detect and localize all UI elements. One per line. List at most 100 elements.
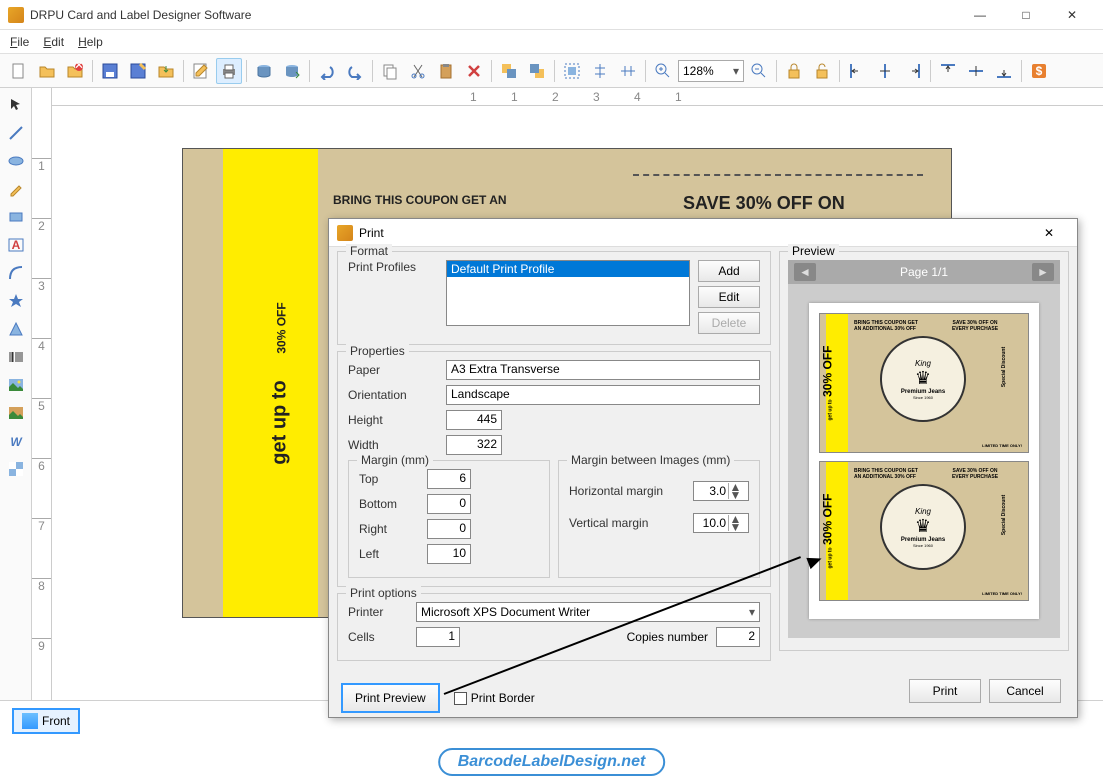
cells-label: Cells [348,630,408,644]
zoom-input[interactable] [683,64,723,78]
margin-top-label: Top [359,472,419,486]
send-back-icon[interactable] [524,58,550,84]
menu-help[interactable]: Help [78,35,103,49]
h-margin-input[interactable]: ▲▼ [693,481,749,501]
undo-icon[interactable] [314,58,340,84]
cells-input[interactable]: 1 [416,627,460,647]
text-icon[interactable]: A [4,234,28,256]
line-icon[interactable] [4,122,28,144]
profile-item[interactable]: Default Print Profile [447,261,689,277]
unlock-icon[interactable] [809,58,835,84]
dialog-footer: Print Preview Print Border Print Cancel [329,679,1077,717]
redo-icon[interactable] [342,58,368,84]
pencil-icon[interactable] [4,178,28,200]
close-file-icon[interactable]: ✕ [62,58,88,84]
align-center-h-icon[interactable] [872,58,898,84]
margin-top-input[interactable]: 6 [427,469,471,489]
align-middle-v-icon[interactable] [963,58,989,84]
cut-icon[interactable] [405,58,431,84]
lock-icon[interactable] [781,58,807,84]
star-icon[interactable] [4,290,28,312]
image-icon[interactable] [4,374,28,396]
v-margin-input[interactable]: ▲▼ [693,513,749,533]
align-left-icon[interactable] [844,58,870,84]
zoom-combo[interactable]: ▾ [678,60,744,82]
margin-left-label: Left [359,547,419,561]
zoom-out-icon[interactable] [746,58,772,84]
properties-label: Properties [346,344,409,358]
open-icon[interactable] [34,58,60,84]
delete-button[interactable]: Delete [698,312,760,334]
bring-front-icon[interactable] [496,58,522,84]
margin-right-input[interactable]: 0 [427,519,471,539]
printer-combo[interactable]: Microsoft XPS Document Writer▾ [416,602,760,622]
minimize-button[interactable]: ― [957,0,1003,30]
align-bottom-icon[interactable] [991,58,1017,84]
select-all-icon[interactable] [559,58,585,84]
database-icon[interactable] [251,58,277,84]
triangle-icon[interactable] [4,318,28,340]
edit-icon[interactable] [188,58,214,84]
delete-icon[interactable] [461,58,487,84]
format-group: Format Print Profiles Default Print Prof… [337,251,771,345]
arc-icon[interactable] [4,262,28,284]
print-preview-button[interactable]: Print Preview [341,683,440,713]
dialog-title: Print [359,226,1029,240]
barcode-icon[interactable] [4,346,28,368]
next-page-button[interactable]: ► [1032,263,1054,281]
height-input[interactable]: 445 [446,410,502,430]
print-icon[interactable] [216,58,242,84]
export-icon[interactable] [153,58,179,84]
menu-edit[interactable]: Edit [43,35,64,49]
edit-button[interactable]: Edit [698,286,760,308]
paper-input[interactable]: A3 Extra Transverse [446,360,760,380]
ellipse-icon[interactable] [4,150,28,172]
save-as-icon[interactable] [125,58,151,84]
copies-label: Copies number [627,630,708,644]
zoom-in-icon[interactable] [650,58,676,84]
h-margin-label: Horizontal margin [569,484,685,498]
pointer-icon[interactable] [4,94,28,116]
mbi-label: Margin between Images (mm) [567,453,734,467]
margin-bottom-input[interactable]: 0 [427,494,471,514]
new-icon[interactable] [6,58,32,84]
menu-file[interactable]: File [10,35,29,49]
align-right-icon[interactable] [900,58,926,84]
checkbox-icon [454,692,467,705]
copies-input[interactable]: 2 [716,627,760,647]
paper-label: Paper [348,363,438,377]
dialog-close-button[interactable]: ✕ [1029,226,1069,240]
margin-left-input[interactable]: 10 [427,544,471,564]
profiles-listbox[interactable]: Default Print Profile [446,260,690,326]
orientation-input[interactable]: Landscape [446,385,760,405]
wordart-icon[interactable]: W [4,430,28,452]
align-h-icon[interactable] [587,58,613,84]
paste-icon[interactable] [433,58,459,84]
maximize-button[interactable]: □ [1003,0,1049,30]
pattern-icon[interactable] [4,458,28,480]
picture-icon[interactable] [4,402,28,424]
dialog-app-icon [337,225,353,241]
align-v-icon[interactable] [615,58,641,84]
prev-page-button[interactable]: ◄ [794,263,816,281]
copy-icon[interactable] [377,58,403,84]
add-button[interactable]: Add [698,260,760,282]
save-icon[interactable] [97,58,123,84]
properties-group: Properties PaperA3 Extra Transverse Orie… [337,351,771,587]
front-tab[interactable]: Front [12,708,80,734]
orientation-label: Orientation [348,388,438,402]
preview-page: get up to 30% OFF BRING THIS COUPON GET … [788,284,1060,638]
close-button[interactable]: ✕ [1049,0,1095,30]
rect-icon[interactable] [4,206,28,228]
dialog-titlebar: Print ✕ [329,219,1077,247]
print-button[interactable]: Print [909,679,981,703]
po-label: Print options [346,586,421,600]
dashed-line [633,174,923,176]
width-input[interactable]: 322 [446,435,502,455]
margin-images-group: Margin between Images (mm) Horizontal ma… [558,460,760,578]
print-border-checkbox[interactable]: Print Border [454,691,535,705]
database-export-icon[interactable] [279,58,305,84]
price-icon[interactable]: $ [1026,58,1052,84]
cancel-button[interactable]: Cancel [989,679,1061,703]
align-top-icon[interactable] [935,58,961,84]
